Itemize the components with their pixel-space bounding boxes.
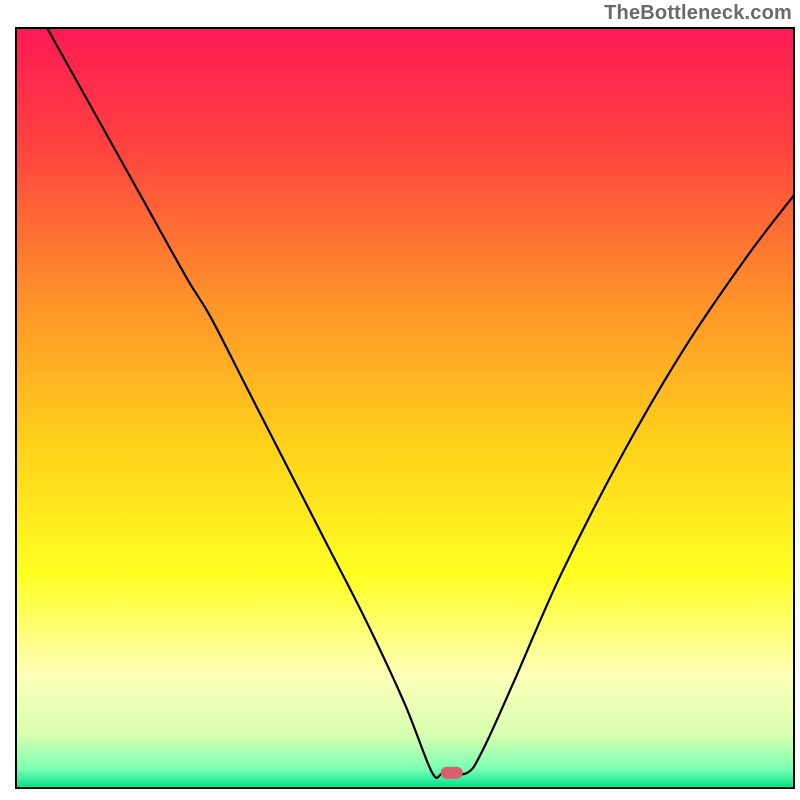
optimal-marker — [441, 767, 463, 779]
plot-background — [16, 28, 794, 788]
bottleneck-chart — [0, 0, 800, 800]
chart-container: TheBottleneck.com — [0, 0, 800, 800]
watermark-text: TheBottleneck.com — [604, 2, 792, 25]
